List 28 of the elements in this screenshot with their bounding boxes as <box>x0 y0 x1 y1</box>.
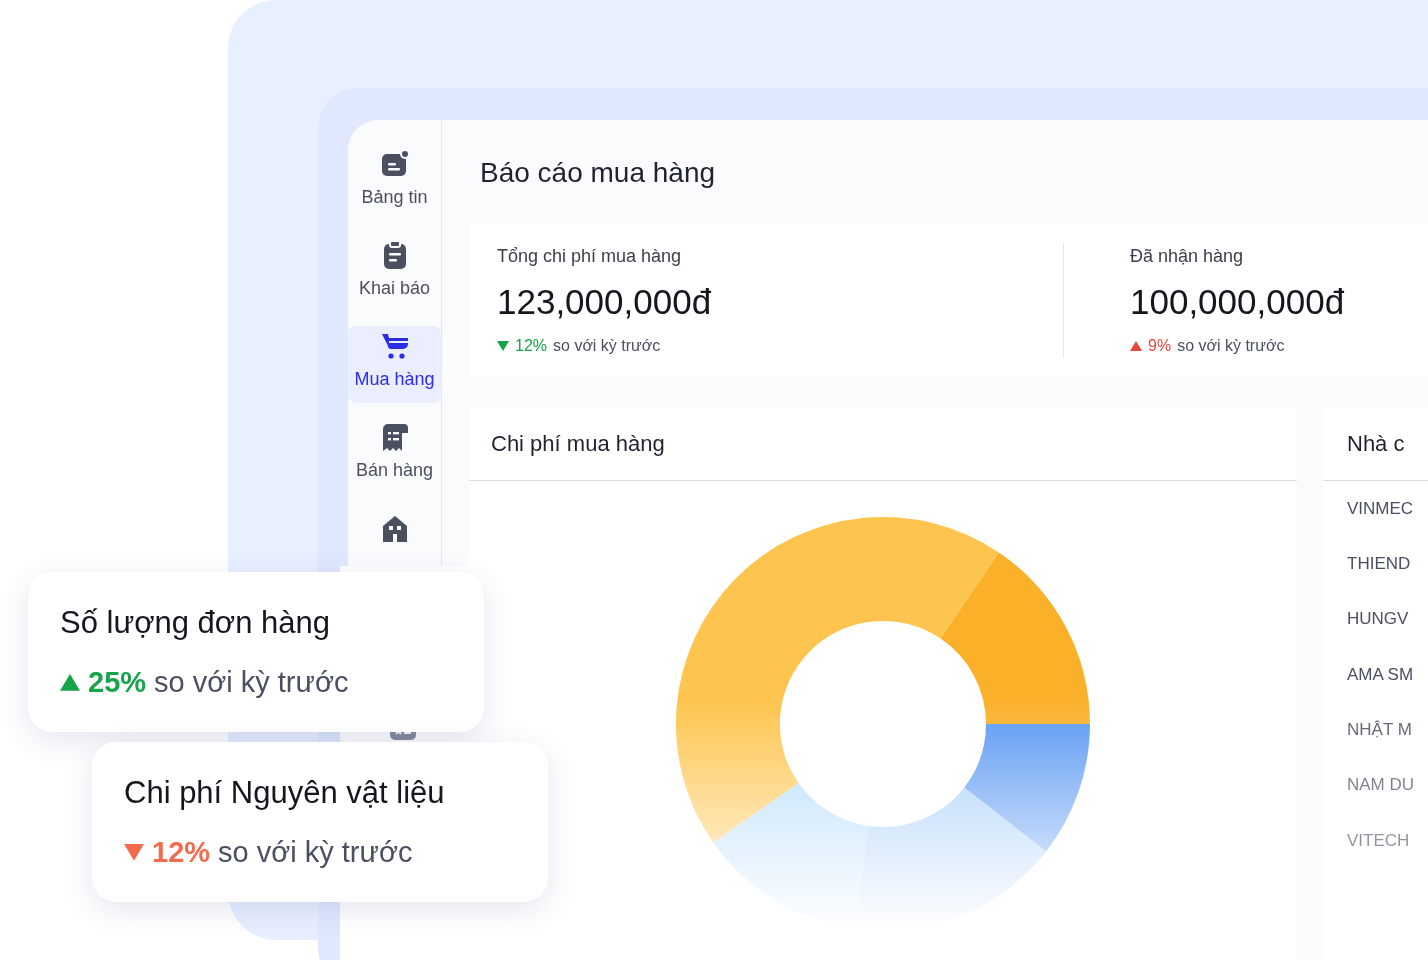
supplier-name: THIEND <box>1346 553 1412 576</box>
change-percent: 25% <box>88 664 147 700</box>
page-title: Báo cáo mua hàng <box>480 156 717 190</box>
sidebar-item[interactable]: Mua hàng <box>348 326 441 403</box>
stat-label: Đã nhận hàng <box>1130 244 1245 268</box>
comparison-note: so với kỳ trước <box>154 664 349 700</box>
stat-value: 123,000,000đ <box>497 280 713 323</box>
supplier-name: HUNGV <box>1346 608 1410 631</box>
supplier-name: NHẬT M <box>1346 719 1413 742</box>
supplier-name: VITECH <box>1346 829 1411 852</box>
comparison-note: so với kỳ trước <box>1177 336 1285 357</box>
card-title: Nhà c <box>1323 407 1428 481</box>
comparison-note: so với kỳ trước <box>218 834 413 870</box>
sidebar-item[interactable]: Khai báo <box>348 235 441 312</box>
sidebar-item[interactable]: Bảng tin <box>348 144 441 221</box>
sidebar-item[interactable]: Bán hàng <box>348 417 441 494</box>
card-title: Chi phí mua hàng <box>469 407 1297 481</box>
supplier-name: NAM DU <box>1346 774 1416 797</box>
stat-label: Tổng chi phí mua hàng <box>497 244 683 268</box>
change-percent: 12% <box>515 336 548 357</box>
change-percent: 9% <box>1148 336 1172 357</box>
change-percent: 12% <box>152 834 211 870</box>
comparison-note: so với kỳ trước <box>553 336 661 357</box>
supplier-name: VINMEC <box>1346 497 1415 520</box>
card-title: Số lượng đơn hàng <box>60 604 331 642</box>
supplier-name: AMA SM <box>1346 663 1415 686</box>
card-title: Chi phí Nguyên vật liệu <box>124 774 446 812</box>
stat-value: 100,000,000đ <box>1130 280 1346 323</box>
